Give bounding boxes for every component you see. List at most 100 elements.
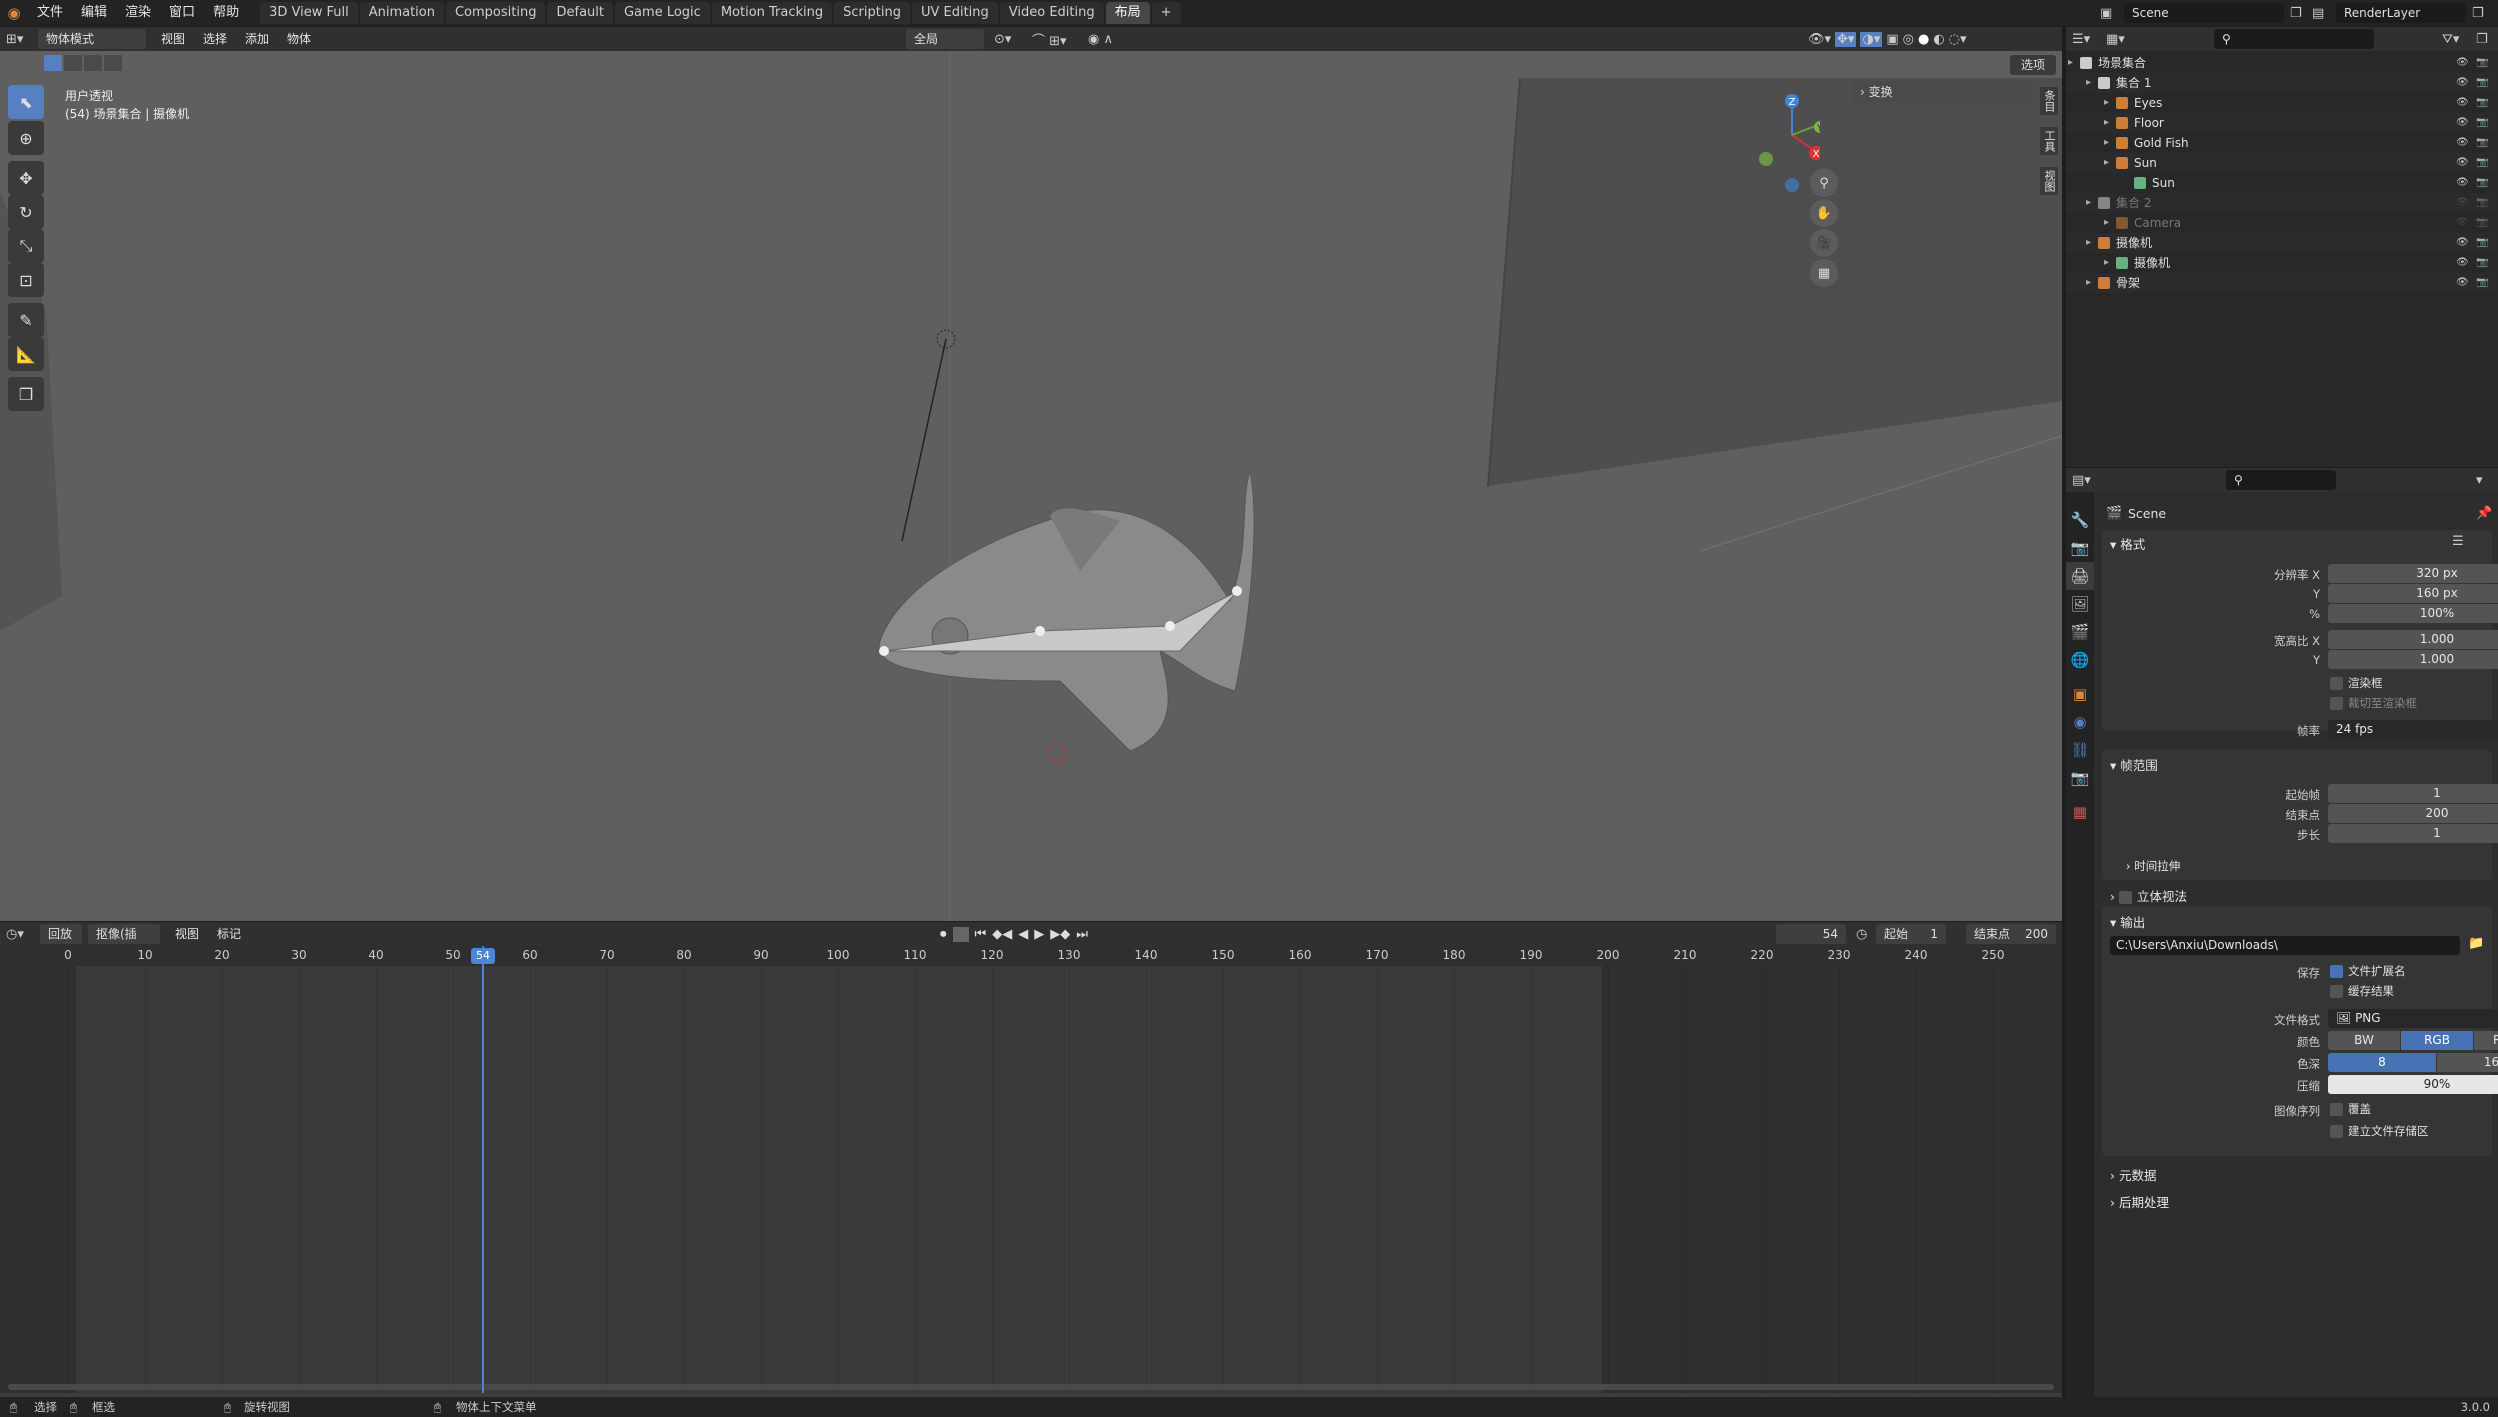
world-tab-icon[interactable]: 🌐 [2066, 646, 2094, 674]
outliner-row[interactable]: ▸ 场景集合 👁 📷 [2066, 53, 2496, 73]
tool-measure[interactable]: 📐 [8, 337, 44, 371]
output-path-field[interactable]: C:\Users\Anxiu\Downloads\ [2110, 936, 2460, 955]
goldfish-model[interactable] [878, 469, 1255, 764]
tab-uv-editing[interactable]: UV Editing [911, 2, 998, 24]
start-frame-field[interactable]: 起始 1 [1876, 924, 1946, 944]
outliner-search-input[interactable]: ⚲ [2214, 29, 2374, 49]
render-camera-icon[interactable]: 📷 [2476, 73, 2488, 93]
tool-move[interactable]: ✥ [8, 161, 44, 195]
depth-8-option[interactable]: 8 [2328, 1053, 2436, 1072]
tool-tab-icon[interactable]: 🔧 [2066, 506, 2094, 534]
frame-step-field[interactable]: 1 [2328, 824, 2498, 843]
options-button[interactable]: 选项 [2010, 55, 2056, 75]
render-camera-icon[interactable]: 📷 [2476, 213, 2488, 233]
editor-type-icon[interactable]: ⊞▾ [6, 32, 38, 47]
expand-arrow-icon[interactable]: ▸ [2086, 233, 2091, 253]
res-pct-field[interactable]: 100% [2328, 604, 2498, 623]
tab-motion-tracking[interactable]: Motion Tracking [711, 2, 833, 24]
tool-cursor[interactable]: ⊕ [8, 121, 44, 155]
outliner-row[interactable]: ▸ Gold Fish 👁 📷 [2066, 133, 2496, 153]
texture-tab-icon[interactable]: ▦ [2066, 798, 2094, 826]
color-rgb-option[interactable]: RGB [2401, 1031, 2473, 1050]
zoom-view-button[interactable]: ⚲ [1810, 169, 1838, 197]
aspect-x-field[interactable]: 1.000 [2328, 630, 2498, 649]
add-workspace-button[interactable]: + [1151, 2, 1181, 24]
ortho-toggle-button[interactable]: ▦ [1810, 259, 1838, 287]
tool-annotate[interactable]: ✎ [8, 303, 44, 337]
crop-region-checkbox[interactable]: 裁切至渲染框 [2330, 695, 2417, 711]
outliner-row[interactable]: ▸ Sun 👁 📷 [2066, 153, 2496, 173]
playback-dropdown[interactable]: 回放 [40, 924, 82, 944]
play-icon[interactable]: ▶ [1034, 927, 1044, 942]
filter-icon[interactable]: ⛛▾ [2442, 32, 2459, 47]
render-camera-icon[interactable]: 📷 [2476, 273, 2488, 293]
render-camera-icon[interactable]: 📷 [2476, 93, 2488, 113]
outliner-row[interactable]: ▸ Floor 👁 📷 [2066, 113, 2496, 133]
visibility-eye-icon[interactable]: 👁 [2456, 253, 2469, 273]
expand-arrow-icon[interactable]: ▸ [2104, 113, 2109, 133]
visibility-eye-icon[interactable]: 👁 [2456, 113, 2469, 133]
current-frame-field[interactable]: 54 [1776, 924, 1846, 944]
visibility-eye-icon[interactable]: 👁 [2456, 273, 2469, 293]
outliner-row[interactable]: ▸ Camera 👁 📷 [2066, 213, 2496, 233]
new-view-layer-icon[interactable]: ❐ [2472, 6, 2492, 21]
expand-arrow-icon[interactable]: ▸ [2086, 193, 2091, 213]
view-layer-icon[interactable]: ▤ [2312, 6, 2336, 21]
outliner-row[interactable]: ▸ 集合 2 👁 📷 [2066, 193, 2496, 213]
render-region-checkbox[interactable]: 渲染框 [2330, 675, 2383, 691]
viewport-menu-select[interactable]: 选择 [194, 27, 236, 52]
tab-animation[interactable]: Animation [359, 2, 444, 24]
frame-end-field[interactable]: 200 [2328, 804, 2498, 823]
render-camera-icon[interactable]: 📷 [2476, 253, 2488, 273]
proportional-edit-icon[interactable]: ◉ ∧ [1088, 32, 1113, 47]
postproc-section-header[interactable]: › 后期处理 [2110, 1192, 2169, 1211]
visibility-eye-icon[interactable]: 👁 [2456, 233, 2469, 253]
expand-arrow-icon[interactable]: ▸ [2104, 153, 2109, 173]
new-scene-icon[interactable]: ❐ [2290, 6, 2312, 21]
placeholders-checkbox[interactable]: 建立文件存储区 [2330, 1123, 2429, 1139]
expand-arrow-icon[interactable]: ▸ [2086, 273, 2091, 293]
jump-start-icon[interactable]: ⏮ [975, 927, 987, 942]
tool-rotate[interactable]: ↻ [8, 195, 44, 229]
tool-scale[interactable]: ⤡ [8, 229, 44, 263]
properties-editor-icon[interactable]: ▤▾ [2072, 473, 2106, 488]
transform-panel[interactable]: › 变换 [1852, 81, 2032, 103]
timeline-ruler[interactable]: 0 10 20 30 40 50 60 70 80 90 100 110 120 130 140 150 160… [0, 946, 2062, 966]
tool-add-cube[interactable]: ❒ [8, 377, 44, 411]
next-keyframe-icon[interactable]: ▶◆ [1050, 927, 1070, 942]
visibility-eye-icon[interactable]: 👁 [2456, 133, 2469, 153]
visibility-eye-icon[interactable]: 👁 [2456, 173, 2469, 193]
tab-scripting[interactable]: Scripting [834, 2, 910, 24]
render-camera-icon[interactable]: 📷 [2476, 133, 2488, 153]
cache-result-checkbox[interactable]: 缓存结果 [2330, 983, 2394, 999]
solid-shading-icon[interactable]: ● [1918, 32, 1929, 47]
expand-arrow-icon[interactable]: ▸ [2068, 53, 2073, 73]
constraints-tab-icon[interactable]: ⛓ [2066, 736, 2094, 764]
tab-compositing[interactable]: Compositing [445, 2, 546, 24]
overlay-toggle-icon[interactable]: ◑▾ [1860, 31, 1883, 47]
timeline-editor-icon[interactable]: ◷▾ [6, 927, 40, 942]
snap-icon[interactable]: ⌒ ⊞▾ [1032, 30, 1067, 49]
depth-16-option[interactable]: 16 [2437, 1053, 2498, 1072]
expand-arrow-icon[interactable]: ▸ [2104, 253, 2109, 273]
visibility-eye-icon[interactable]: 👁 [2456, 53, 2469, 73]
expand-arrow-icon[interactable]: ▸ [2104, 93, 2109, 113]
timeline-menu-view[interactable]: 视图 [166, 921, 208, 947]
render-camera-icon[interactable]: 📷 [2476, 53, 2488, 73]
format-section-header[interactable]: ▾ 格式 [2110, 534, 2145, 553]
rendered-shading-icon[interactable]: ◌▾ [1949, 32, 1967, 47]
presets-icon[interactable]: ☰ [2452, 534, 2464, 549]
clock-icon[interactable]: ◷ [1856, 927, 1867, 942]
outliner-editor-icon[interactable]: ☰▾ [2072, 32, 2106, 47]
outliner-row[interactable]: Sun 👁 📷 [2066, 173, 2496, 193]
playhead-label[interactable]: 54 [471, 948, 495, 964]
visibility-eye-icon[interactable]: 👁 [2456, 193, 2469, 213]
color-rgba-option[interactable]: RGBA [2474, 1031, 2498, 1050]
play-reverse-icon[interactable]: ◀ [1018, 927, 1028, 942]
gizmo-toggle-icon[interactable]: ✥▾ [1835, 31, 1857, 47]
pivot-icon[interactable]: ⊙▾ [994, 32, 1011, 47]
menu-render[interactable]: 渲染 [116, 0, 160, 26]
object-tab-icon[interactable]: ▣ [2066, 680, 2094, 708]
res-x-field[interactable]: 320 px [2328, 564, 2498, 583]
camera-view-button[interactable]: 🎥 [1810, 229, 1838, 257]
